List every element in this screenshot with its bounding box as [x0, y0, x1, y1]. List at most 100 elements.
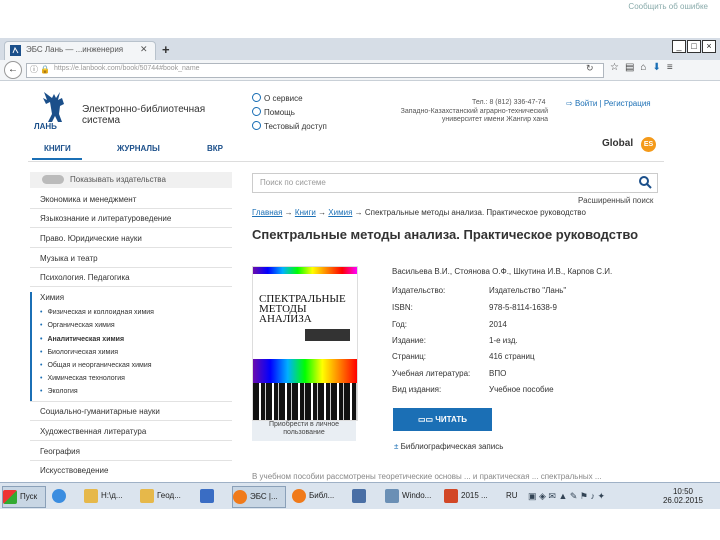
detail-year: 2014: [489, 320, 507, 329]
sidebar-item-art-history[interactable]: Искусствоведение: [40, 466, 108, 475]
menu-hamburger-icon: ≡: [666, 62, 679, 73]
window-controls: _ □ ×: [671, 40, 716, 53]
minimize-button[interactable]: _: [672, 40, 686, 53]
app-icon[interactable]: [352, 486, 369, 506]
subcategory-ecology[interactable]: Экология: [40, 388, 77, 395]
clock[interactable]: 10:50 26.02.2015: [656, 486, 710, 507]
circle-icon: [252, 107, 261, 116]
sidebar-item-music[interactable]: Музыка и театр: [40, 254, 98, 263]
phone-number: Тел.: 8 (812) 336-47-74: [472, 99, 546, 106]
folder-icon: [140, 488, 154, 503]
buy-personal-link[interactable]: Приобрести в личное пользование: [252, 421, 356, 441]
active-category-bar: [30, 292, 32, 402]
tray-icons[interactable]: ▣ ◈ ✉ ▲ ✎ ⚑ ♪ ✦: [528, 486, 605, 506]
firefox-icon: [292, 488, 306, 503]
home-icon: ⌂: [640, 62, 653, 73]
detail-label: Издание:: [392, 336, 426, 345]
sidebar-item-economics[interactable]: Экономика и менеджмент: [40, 195, 136, 204]
firefox-icon: [233, 489, 247, 504]
trial-access-link[interactable]: Тестовый доступ: [252, 121, 327, 131]
sidebar-item-fiction[interactable]: Художественная литература: [40, 427, 146, 436]
media-icon[interactable]: [200, 486, 217, 506]
reload-icon[interactable]: ↻: [586, 63, 594, 74]
auth-links: ⇨ Войти | Регистрация: [566, 99, 651, 108]
login-link[interactable]: Войти: [575, 99, 597, 108]
folder-icon: [84, 488, 98, 503]
book-cover[interactable]: Спектральные методы анализа: [252, 266, 358, 421]
language-indicator[interactable]: RU: [506, 486, 518, 506]
close-window-button[interactable]: ×: [702, 40, 716, 53]
sidebar-item-geography[interactable]: География: [40, 447, 80, 456]
detail-label: Учебная литература:: [392, 369, 471, 378]
window-icon: [385, 488, 399, 503]
search-placeholder: Поиск по системе: [260, 178, 326, 187]
sidebar-item-law[interactable]: Право. Юридические науки: [40, 234, 142, 243]
global-es-logo[interactable]: Global: [602, 138, 633, 149]
divider: [30, 420, 232, 421]
subcategory-analytical-chemistry[interactable]: Аналитическая химия: [40, 336, 124, 343]
taskbar-item-powerpoint[interactable]: 2015 ...: [444, 486, 496, 506]
sidebar-item-social-sciences[interactable]: Социально-гуманитарные науки: [40, 407, 160, 416]
toolbar-icons[interactable]: ☆▤⌂⬇≡: [610, 62, 679, 73]
detail-label: Вид издания:: [392, 385, 442, 394]
maximize-button[interactable]: □: [687, 40, 701, 53]
menu-books[interactable]: КНИГИ: [44, 144, 71, 153]
subcategory-organic-chemistry[interactable]: Органическая химия: [40, 322, 114, 329]
taskbar-item-folder[interactable]: Геод...: [140, 486, 190, 506]
divider: [30, 401, 232, 402]
taskbar-item-windows[interactable]: Windo...: [385, 486, 437, 506]
start-button[interactable]: Пуск: [2, 486, 46, 508]
global-badge[interactable]: ES: [641, 137, 656, 152]
subcategory-biochemistry[interactable]: Биологическая химия: [40, 349, 118, 356]
read-button[interactable]: ▭▭ ЧИТАТЬ: [393, 408, 492, 431]
breadcrumb-home[interactable]: Главная: [252, 208, 282, 217]
breadcrumb-books[interactable]: Книги: [295, 208, 316, 217]
detail-label: Страниц:: [392, 352, 427, 361]
detail-label: ISBN:: [392, 303, 413, 312]
bottom-margin: [0, 509, 720, 540]
taskbar-item-firefox[interactable]: ЭБС |...: [232, 486, 286, 508]
breadcrumb-chemistry[interactable]: Химия: [328, 208, 352, 217]
new-tab-icon[interactable]: +: [162, 42, 170, 57]
taskbar-item-folder[interactable]: Н:\д...: [84, 486, 134, 506]
detail-pages: 416 страниц: [489, 352, 535, 361]
detail-edition: 1-е изд.: [489, 336, 518, 345]
sidebar-item-linguistics[interactable]: Языкознание и литературоведение: [40, 214, 171, 223]
circle-icon: [252, 121, 261, 130]
book-description: В учебном пособии рассмотрены теоретичес…: [252, 472, 602, 481]
divider: [30, 286, 232, 287]
lan-favicon-icon: [10, 45, 21, 56]
advanced-search-link[interactable]: Расширенный поиск: [578, 196, 653, 205]
download-arrow-icon: ⬇: [652, 62, 667, 73]
search-icon[interactable]: [638, 175, 652, 189]
back-arrow-icon[interactable]: ←: [4, 61, 22, 79]
sidebar-item-psychology[interactable]: Психология. Педагогика: [40, 273, 130, 282]
tab-title: ЭБС Лань — ...инженерия: [26, 45, 124, 54]
divider: [30, 460, 232, 461]
menu-journals[interactable]: ЖУРНАЛЫ: [117, 144, 160, 153]
about-link[interactable]: О сервисе: [252, 93, 303, 103]
subcategory-physical-chemistry[interactable]: Физическая и коллоидная химия: [40, 309, 154, 316]
bibliographic-record-link[interactable]: ± Библиографическая запись: [394, 442, 503, 451]
report-error-link[interactable]: Сообщить об ошибке: [628, 2, 708, 11]
help-link[interactable]: Помощь: [252, 107, 295, 117]
subcategory-chemical-technology[interactable]: Химическая технология: [40, 375, 124, 382]
circle-icon: [252, 93, 261, 102]
detail-type: Учебное пособие: [489, 385, 554, 394]
breadcrumb: Главная → Книги → Химия → Спектральные м…: [252, 208, 586, 217]
close-tab-icon[interactable]: ✕: [140, 44, 148, 55]
url-text: https://e.lanbook.com/book/50744#book_na…: [54, 65, 200, 72]
ie-icon[interactable]: [52, 486, 69, 506]
taskbar-item-firefox[interactable]: Библ...: [292, 486, 344, 506]
register-link[interactable]: Регистрация: [604, 99, 651, 108]
detail-publisher: Издательство "Лань": [489, 286, 567, 295]
detail-label: Издательство:: [392, 286, 446, 295]
publisher-toggle[interactable]: [42, 175, 64, 184]
menu-vkr[interactable]: ВКР: [207, 144, 223, 153]
subcategory-inorganic-chemistry[interactable]: Общая и неорганическая химия: [40, 362, 151, 369]
site-info-icon[interactable]: ⓘ 🔒: [30, 64, 50, 75]
sidebar-item-chemistry[interactable]: Химия: [40, 293, 64, 302]
cover-title: Спектральные методы анализа: [259, 293, 346, 325]
book-icon: ▭▭: [417, 415, 436, 424]
divider: [30, 208, 232, 209]
